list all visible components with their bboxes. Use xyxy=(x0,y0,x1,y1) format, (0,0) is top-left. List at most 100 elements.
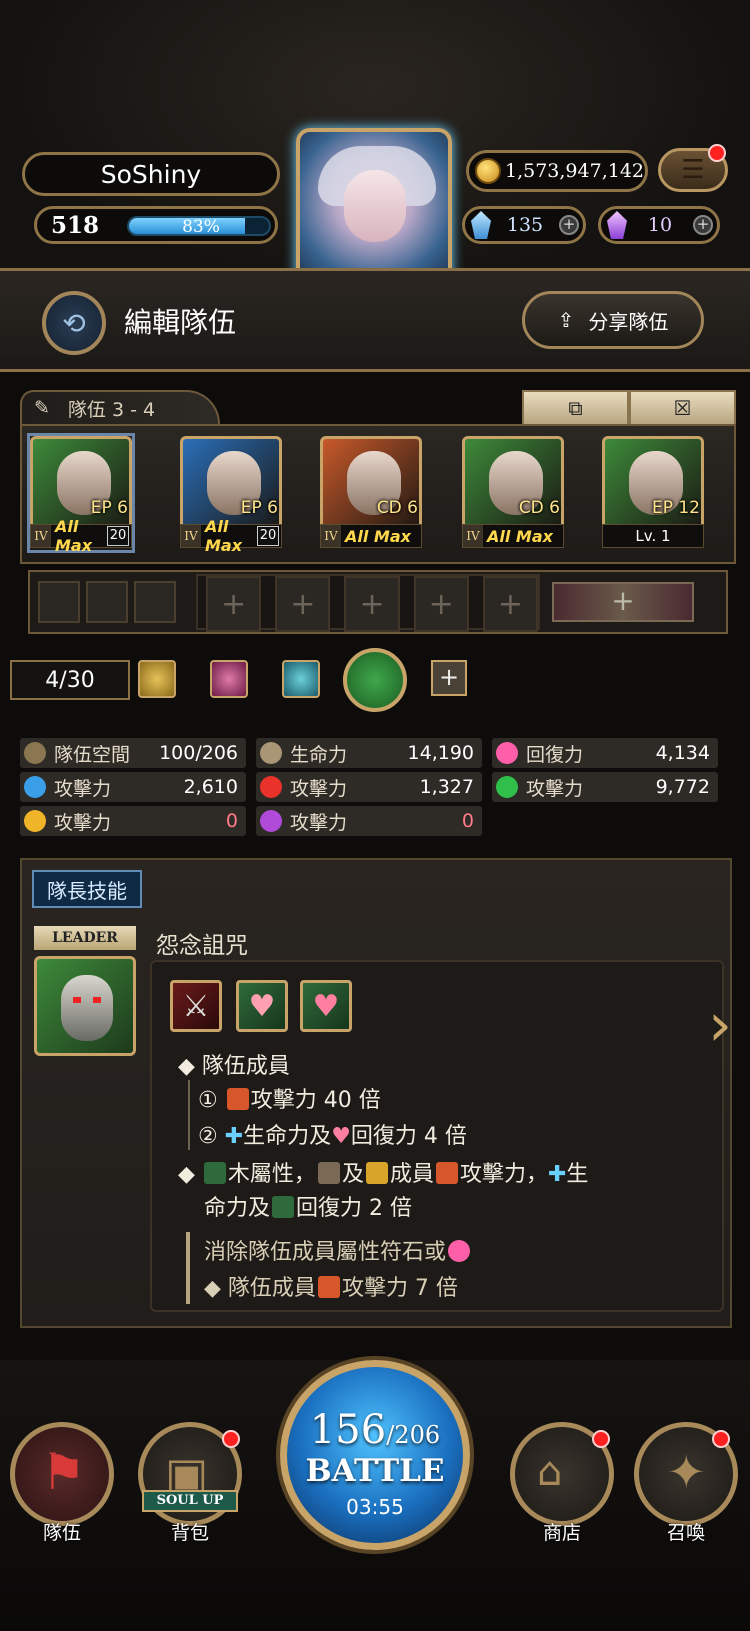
stat-row: 攻擊力 2,610 xyxy=(20,772,246,802)
stat-label: 回復力 xyxy=(526,743,584,766)
team-member-card[interactable]: CD 6 IV All Max xyxy=(462,436,564,550)
tier-badge: IV xyxy=(463,525,483,547)
extra-slots-row: + + + + + + xyxy=(28,570,728,634)
share-team-button[interactable]: ⇪ 分享隊伍 xyxy=(522,291,704,349)
coin-amount: 1,573,947,142 xyxy=(505,160,645,182)
add-member-button[interactable]: + xyxy=(344,576,400,632)
header: SoShiny 518 83% 1,573,947,142 ☰ 135 + 10… xyxy=(0,0,750,290)
clear-team-button[interactable]: ☒ xyxy=(629,390,736,426)
skill-line-2: ① 攻擊力 40 倍 xyxy=(198,1082,381,1114)
menu-icon: ☰ xyxy=(681,155,705,185)
summon-card-icon: ✦ xyxy=(667,1445,706,1499)
leader-eye-left xyxy=(73,997,81,1003)
card-level: Lv. 1 xyxy=(635,527,671,545)
skill-line-7: ◆ 隊伍成員 攻擊力 7 倍 xyxy=(204,1276,458,1301)
race-icon xyxy=(365,1162,388,1184)
stat-label: 攻擊力 xyxy=(290,811,348,834)
team-member-card[interactable]: CD 6 IV All Max xyxy=(320,436,422,550)
filter-attribute-icon[interactable] xyxy=(138,660,176,698)
filter-row: 4/30 + xyxy=(0,644,750,724)
filter-race-icon[interactable] xyxy=(210,660,248,698)
team-panel: ✎ 隊伍 3 - 4 ⧉ ☒ EP 6 IV All Max 20 EP 6 IV… xyxy=(20,390,736,640)
skill-line-6: 消除隊伍成員屬性符石或 xyxy=(204,1234,472,1266)
card-footer: IV All Max 20 xyxy=(30,517,132,555)
stat-value: 9,772 xyxy=(655,776,710,798)
stat-value: 4,134 xyxy=(655,742,710,764)
backup-slot[interactable] xyxy=(134,581,176,623)
stat-row: 攻擊力 9,772 xyxy=(492,772,718,802)
card-status: All Max xyxy=(487,526,553,546)
attribute-icon xyxy=(24,742,46,764)
team-tab[interactable]: ✎ 隊伍 3 - 4 xyxy=(20,390,220,424)
add-filter-button[interactable]: + xyxy=(431,660,467,696)
team-member-card[interactable]: EP 6 IV All Max 20 xyxy=(30,436,132,555)
stat-value: 1,327 xyxy=(419,776,474,798)
add-diamond-button[interactable]: + xyxy=(559,215,579,235)
player-level: 518 xyxy=(51,212,100,239)
stat-value: 0 xyxy=(225,810,238,832)
stat-label: 生命力 xyxy=(290,743,348,766)
stat-value: 2,610 xyxy=(183,776,238,798)
card-status: All Max xyxy=(55,517,93,555)
add-member-button[interactable]: + xyxy=(206,576,262,632)
team-actions: ⧉ ☒ xyxy=(522,390,736,426)
leader-skill-tab[interactable]: 隊長技能 xyxy=(32,870,142,908)
exp-text: 83% xyxy=(182,217,220,236)
next-arrow-icon[interactable]: › xyxy=(708,990,748,1070)
skill-text: 回復力 4 倍 xyxy=(350,1124,467,1149)
leader-card[interactable] xyxy=(34,956,136,1056)
team-member-card[interactable]: EP 12 Lv. 1 xyxy=(602,436,704,550)
back-button[interactable]: ⟲ xyxy=(42,291,106,355)
stat-value: 0 xyxy=(461,810,474,832)
add-slots: + + + + + xyxy=(196,574,540,632)
battle-button[interactable]: 156/206 BATTLE 03:55 xyxy=(280,1360,470,1550)
backup-slot[interactable] xyxy=(38,581,80,623)
race-icon xyxy=(317,1162,340,1184)
diamond-amount: 135 xyxy=(506,214,544,236)
skill-line-1: ◆ 隊伍成員 xyxy=(178,1054,290,1079)
skill-text: 消除隊伍成員屬性符石或 xyxy=(204,1240,447,1265)
soul-gem-amount: 10 xyxy=(647,214,673,236)
add-soul-gem-button[interactable]: + xyxy=(693,215,713,235)
attribute-icon xyxy=(496,742,518,764)
card-footer: IV All Max xyxy=(462,524,564,548)
skill-text: 隊伍成員 xyxy=(227,1276,316,1301)
diamond-icon xyxy=(471,211,491,239)
add-member-button[interactable]: + xyxy=(275,576,331,632)
add-member-button[interactable]: + xyxy=(482,576,539,632)
diamond-counter: 135 + xyxy=(462,206,586,244)
skill-text: 木屬性， xyxy=(227,1162,316,1187)
heal-heart-icon: ♥ xyxy=(300,980,352,1032)
card-skill-badge: CD 6 xyxy=(376,498,418,518)
stat-row: 生命力 14,190 xyxy=(256,738,482,768)
back-arrow-icon: ⟲ xyxy=(62,306,86,340)
add-member-button[interactable]: + xyxy=(413,576,469,632)
page-title: 編輯隊伍 xyxy=(124,306,237,339)
bag-nav-label: 背包 xyxy=(170,1522,209,1544)
card-footer: IV All Max 20 xyxy=(180,517,282,555)
card-count: 4/30 xyxy=(10,660,130,700)
skill-text: 生命力及 xyxy=(243,1124,332,1149)
leader-mask-art xyxy=(61,975,113,1041)
skill-line-4: ◆ 木屬性，及成員 攻擊力，✚生 xyxy=(178,1162,589,1187)
level-badge: 20 xyxy=(257,526,279,546)
stat-value: 100/206 xyxy=(159,742,238,764)
wood-attribute-emblem-icon[interactable] xyxy=(343,648,407,712)
attribute-icon xyxy=(24,776,46,798)
filter-race-icon[interactable] xyxy=(282,660,320,698)
team-nav-button[interactable]: ⚑ xyxy=(10,1422,114,1526)
heart-rune-icon xyxy=(448,1240,471,1262)
attack-up-icon xyxy=(435,1162,458,1184)
copy-team-button[interactable]: ⧉ xyxy=(522,390,629,426)
add-special-slot-button[interactable]: + xyxy=(552,582,694,622)
backup-slot[interactable] xyxy=(86,581,128,623)
card-art xyxy=(602,436,704,536)
stat-label: 攻擊力 xyxy=(290,777,348,800)
share-icon: ⇪ xyxy=(557,308,575,332)
stats-panel: 隊伍空間 100/206 生命力 14,190 回復力 4,134 攻擊力 2,… xyxy=(20,738,732,858)
team-member-card[interactable]: EP 6 IV All Max 20 xyxy=(180,436,282,555)
player-avatar[interactable] xyxy=(296,128,452,288)
team-nav-label: 隊伍 xyxy=(42,1522,81,1544)
card-art xyxy=(320,436,422,536)
skill-name: 怨念詛咒 xyxy=(156,933,248,959)
